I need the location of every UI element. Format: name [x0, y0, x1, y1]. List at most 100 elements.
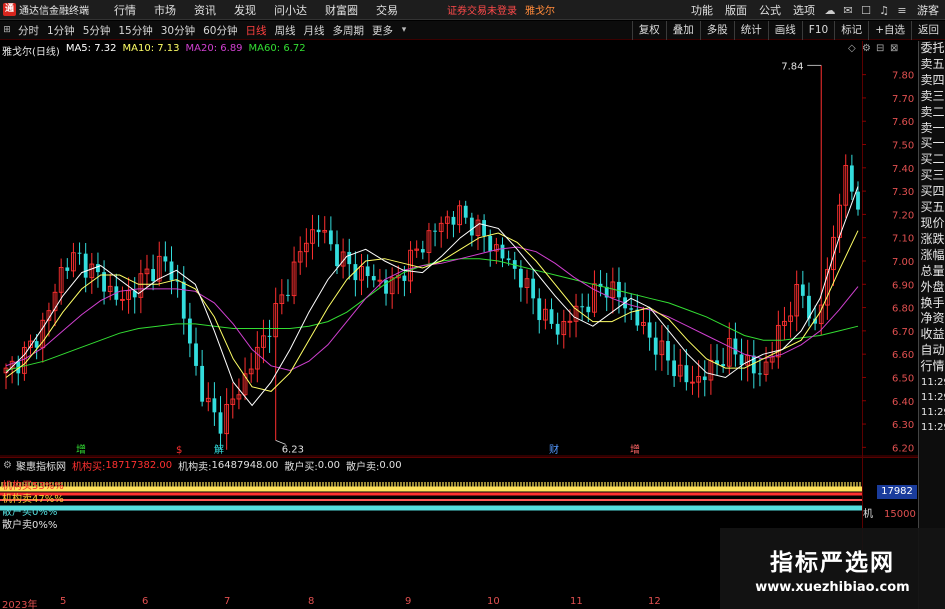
- watermark: 指标严选网 www.xuezhibiao.com: [720, 528, 945, 609]
- period-multi[interactable]: 多周期: [329, 23, 369, 38]
- tool-f10[interactable]: F10: [801, 21, 834, 40]
- side-turnover: 换手: [920, 295, 945, 310]
- watermark-url: www.xuezhibiao.com: [755, 579, 910, 595]
- candle-body-down: [420, 249, 425, 253]
- settings-icon[interactable]: ⚙: [862, 43, 871, 54]
- login-notice[interactable]: 证券交易未登录 雅戈尔: [447, 2, 555, 17]
- y-tick-label: 7.80: [892, 71, 914, 82]
- period-15min[interactable]: 15分钟: [114, 23, 156, 38]
- high-price-label: 7.84: [781, 61, 803, 72]
- side-sell2: 卖二: [920, 104, 945, 119]
- side-buy5: 买五: [920, 200, 945, 215]
- side-quote[interactable]: 行情: [919, 359, 945, 375]
- period-monthly[interactable]: 月线: [300, 23, 329, 38]
- candle-body-down: [371, 276, 376, 281]
- candle-body-down: [433, 230, 437, 232]
- tool-duogu[interactable]: 多股: [699, 21, 734, 40]
- candle-body-down: [653, 337, 658, 355]
- side-time-2: 11:29: [921, 392, 945, 404]
- side-sell4: 卖四: [920, 72, 945, 87]
- message-icon[interactable]: ☐: [857, 4, 875, 17]
- menu-faxian[interactable]: 发现: [225, 2, 265, 18]
- candle-body-down: [187, 318, 192, 344]
- period-fenshi[interactable]: 分时: [14, 23, 43, 38]
- menu-shichang[interactable]: 市场: [145, 2, 185, 18]
- cloud-icon[interactable]: ☁: [821, 4, 839, 17]
- candle-body-down: [617, 281, 621, 298]
- menu-wenxiaoda[interactable]: 问小达: [265, 2, 316, 18]
- y-tick-label: 7.50: [892, 141, 914, 152]
- candle-body-down: [218, 412, 223, 434]
- indicator-settings-icon[interactable]: ⚙: [3, 460, 12, 471]
- indicator-end-marker: 机: [863, 509, 873, 520]
- tool-back[interactable]: 返回: [911, 21, 945, 40]
- expand-icon[interactable]: ⊞: [0, 25, 14, 35]
- tool-diejia[interactable]: 叠加: [665, 21, 700, 40]
- menu-jiaoyi[interactable]: 交易: [367, 2, 407, 18]
- chart-background: [0, 41, 918, 596]
- candle-body-down: [65, 267, 70, 271]
- list-icon[interactable]: ≡: [893, 4, 911, 17]
- period-60min[interactable]: 60分钟: [199, 23, 241, 38]
- candle-body-down: [163, 256, 168, 262]
- menu-gongshi[interactable]: 公式: [753, 2, 787, 18]
- indicator-name[interactable]: 聚惠指标网: [16, 458, 66, 473]
- menu-xuanxiang[interactable]: 选项: [787, 2, 821, 18]
- date-label: 2023年: [2, 600, 38, 609]
- period-daily[interactable]: 日线: [242, 23, 271, 38]
- chevron-down-icon[interactable]: ▾: [397, 25, 411, 35]
- side-auto[interactable]: 自动: [919, 343, 945, 359]
- side-earnings: 收益: [920, 327, 945, 342]
- guest-label[interactable]: 游客: [911, 2, 945, 18]
- tool-biaoji[interactable]: 标记: [834, 21, 868, 40]
- candle-body-down: [733, 338, 738, 355]
- bell-icon[interactable]: ♫: [875, 4, 893, 17]
- side-sell5: 卖五: [920, 56, 945, 71]
- inst-buy-value: 18717382.00: [105, 459, 173, 471]
- candle-body-down: [463, 205, 468, 218]
- candle-body-down: [181, 281, 186, 319]
- menu-hangqing[interactable]: 行情: [105, 2, 145, 18]
- ma-legend: 雅戈尔(日线) MA5: 7.32 MA10: 7.13 MA20: 6.89 …: [2, 43, 306, 58]
- candle-body-down: [518, 268, 523, 288]
- period-5min[interactable]: 5分钟: [79, 23, 115, 38]
- menu-banmian[interactable]: 版面: [719, 2, 753, 18]
- tool-add-watchlist[interactable]: +自选: [868, 21, 911, 40]
- retail-buy-label: 散户买:: [284, 461, 318, 473]
- menu-gongneng[interactable]: 功能: [685, 2, 719, 18]
- candle-body-down: [469, 217, 474, 236]
- candle-body-down: [83, 253, 88, 278]
- side-buy4: 买四: [920, 184, 945, 199]
- period-more[interactable]: 更多: [368, 23, 397, 38]
- candlestick-chart[interactable]: 7.80 7.70 7.60 7.50 7.40 7.30 7.20 7.10 7.00 6.90…: [0, 41, 918, 596]
- candle-body-down: [77, 252, 82, 254]
- right-menu: 功能 版面 公式 选项 ☁ ✉ ☐ ♫ ≡ 游客: [685, 0, 945, 20]
- retail-sell-value: 0.00: [379, 459, 402, 471]
- ma20-legend: MA20: 6.89: [185, 43, 243, 54]
- period-30min[interactable]: 30分钟: [157, 23, 199, 38]
- candle-body-down: [672, 360, 677, 377]
- tool-tongji[interactable]: 统计: [733, 21, 768, 40]
- date-label: 7: [224, 596, 231, 607]
- period-weekly[interactable]: 周线: [271, 23, 300, 38]
- menu-caifuquan[interactable]: 财富圈: [316, 2, 367, 18]
- candle-body-down: [151, 269, 156, 282]
- ma60-legend: MA60: 6.72: [248, 43, 306, 54]
- side-weituo[interactable]: 委托: [919, 41, 945, 57]
- event-marker: 增: [630, 443, 640, 456]
- menu-zixun[interactable]: 资讯: [185, 2, 225, 18]
- candle-body-down: [739, 354, 744, 366]
- event-marker: 增: [76, 443, 86, 456]
- close-icon[interactable]: ⊠: [890, 43, 898, 54]
- tool-huaxian[interactable]: 画线: [767, 21, 802, 40]
- diamond-icon[interactable]: ◇: [848, 43, 856, 54]
- tool-fuquan[interactable]: 复权: [631, 21, 666, 40]
- candle-body-down: [96, 264, 100, 273]
- date-label: 12: [648, 596, 661, 607]
- mail-icon[interactable]: ✉: [839, 4, 857, 17]
- candle-body-down: [702, 376, 707, 381]
- candle-body-down: [800, 284, 805, 296]
- minus-icon[interactable]: ⊟: [876, 43, 884, 54]
- candle-body-down: [500, 244, 505, 259]
- period-1min[interactable]: 1分钟: [43, 23, 79, 38]
